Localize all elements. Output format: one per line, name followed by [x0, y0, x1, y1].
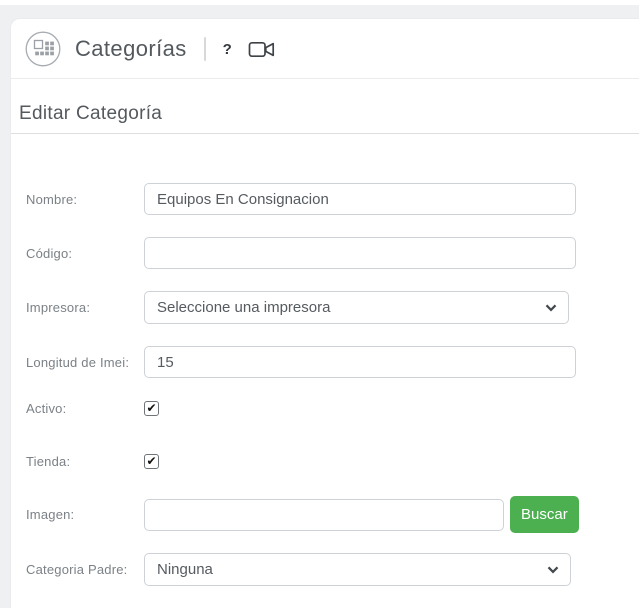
codigo-input[interactable] [144, 237, 576, 269]
tienda-label: Tienda: [26, 453, 71, 469]
help-button[interactable]: ? [223, 41, 232, 58]
form-row-tienda: Tienda: ✔ [26, 453, 639, 469]
impresora-select[interactable]: Seleccione una impresora [144, 291, 569, 324]
categoria-padre-select[interactable]: Ninguna [144, 553, 571, 586]
video-camera-icon [248, 41, 274, 57]
activo-checkbox[interactable]: ✔ [144, 400, 159, 416]
impresora-selected-value: Seleccione una impresora [157, 299, 331, 316]
edit-category-form: Nombre: Código: Impresora: Seleccione un… [11, 134, 639, 586]
form-row-categoria-padre: Categoria Padre: Ninguna [26, 553, 639, 586]
longitud-imei-label: Longitud de Imei: [26, 354, 130, 370]
tienda-checkbox[interactable]: ✔ [144, 453, 159, 469]
checkmark-icon: ✔ [146, 454, 157, 468]
chevron-down-icon [545, 304, 557, 311]
categoria-padre-selected-value: Ninguna [157, 561, 213, 578]
form-row-longitud-imei: Longitud de Imei: [26, 346, 639, 378]
form-row-imagen: Imagen: Buscar [26, 496, 639, 533]
codigo-label: Código: [26, 245, 73, 261]
longitud-imei-input[interactable] [144, 346, 576, 378]
imagen-label: Imagen: [26, 507, 75, 522]
categories-icon [25, 31, 61, 67]
form-row-nombre: Nombre: [26, 183, 639, 215]
categoria-padre-label: Categoria Padre: [26, 562, 128, 577]
checkmark-icon: ✔ [146, 401, 157, 415]
nombre-label: Nombre: [26, 191, 78, 207]
page-title: Categorías [75, 36, 187, 61]
form-row-activo: Activo: ✔ [26, 400, 639, 416]
form-row-codigo: Código: [26, 237, 639, 269]
buscar-button[interactable]: Buscar [510, 496, 579, 533]
imagen-input[interactable] [144, 498, 504, 531]
section-title: Editar Categoría [11, 79, 639, 134]
header-divider [203, 37, 206, 61]
nombre-input[interactable] [144, 183, 576, 215]
card-header: Categorías ? [11, 19, 639, 79]
activo-label: Activo: [26, 400, 67, 416]
top-strip [0, 0, 639, 5]
form-row-impresora: Impresora: Seleccione una impresora [26, 291, 639, 324]
impresora-label: Impresora: [26, 300, 91, 315]
categories-card: Categorías ? Editar Categoría Nombre: Có… [10, 18, 639, 608]
video-tutorial-button[interactable] [248, 40, 275, 59]
chevron-down-icon [547, 566, 559, 573]
